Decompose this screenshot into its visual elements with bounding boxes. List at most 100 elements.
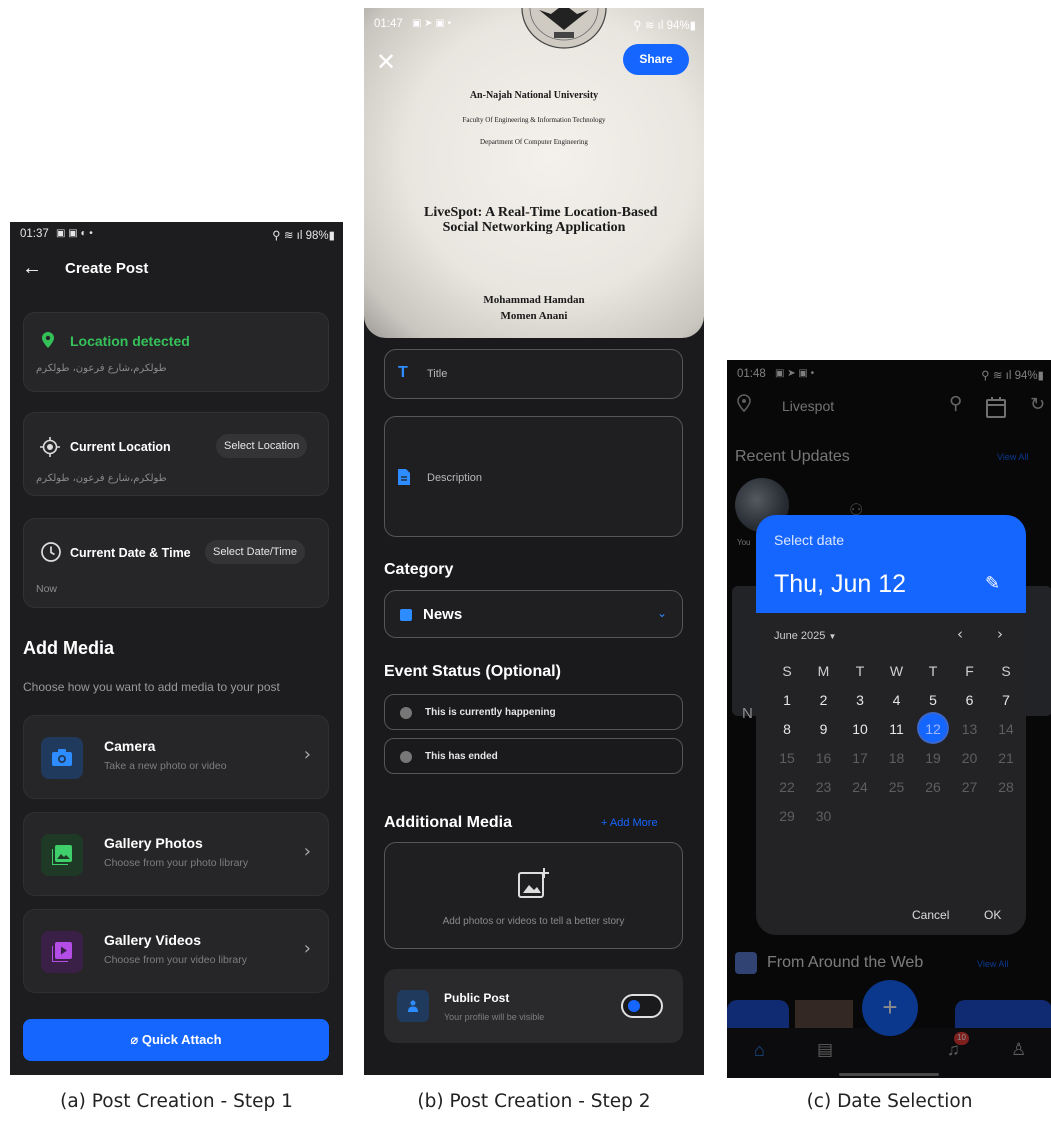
camera-subtitle: Take a new photo or video — [104, 760, 227, 772]
title-placeholder: Title — [427, 368, 448, 380]
select-location-button[interactable]: Select Location — [216, 434, 308, 458]
person-icon — [408, 1000, 418, 1012]
weekday-label: S — [782, 663, 792, 679]
calendar-day: 14 — [998, 721, 1014, 737]
public-post-toggle[interactable] — [621, 994, 663, 1018]
calendar-day: 20 — [961, 750, 978, 766]
gallery-photos-subtitle: Choose from your photo library — [104, 857, 249, 869]
share-button[interactable]: Share — [623, 44, 689, 75]
calendar-day[interactable]: 4 — [880, 692, 914, 708]
calendar-day[interactable]: 8 — [770, 721, 804, 737]
cancel-button[interactable]: Cancel — [912, 908, 949, 922]
calendar-day: 23 — [815, 779, 832, 795]
public-post-title: Public Post — [444, 991, 510, 1005]
calendar-day[interactable]: 3 — [843, 692, 877, 708]
weekday-label: M — [817, 663, 830, 679]
document-icon — [398, 469, 410, 485]
status-option-label: This is currently happening — [425, 707, 556, 718]
event-status-heading: Event Status (Optional) — [384, 663, 561, 680]
calendar-day[interactable]: 1 — [770, 692, 804, 708]
calendar-day: 19 — [925, 750, 941, 766]
caption-c: (c) Date Selection — [806, 1091, 973, 1112]
next-month-icon[interactable]: › — [997, 625, 1003, 643]
status-option-happening[interactable]: This is currently happening — [384, 694, 683, 730]
phone-create-post-step2: 01:47 ▣ ➤ ▣ • ⚲ ≋ ıl 94%▮ ✕ Share An-Naj… — [364, 8, 704, 1075]
calendar-day: 29 — [779, 808, 795, 824]
calendar-day[interactable]: 11 — [880, 721, 914, 737]
camera-option[interactable]: Camera Take a new photo or video › — [23, 715, 329, 799]
ok-button[interactable]: OK — [984, 908, 1001, 922]
calendar-day: 18 — [888, 750, 905, 766]
gallery-photos-option[interactable]: Gallery Photos Choose from your photo li… — [23, 812, 329, 896]
add-media-subtitle: Choose how you want to add media to your… — [23, 680, 280, 694]
description-input[interactable]: Description — [384, 416, 683, 537]
public-post-card: Public Post Your profile will be visible — [384, 969, 683, 1043]
gps-target-icon — [40, 437, 60, 457]
calendar-day[interactable]: 10 — [843, 721, 877, 737]
weekday-label: W — [889, 663, 904, 679]
phone-date-selection: 01:48 ▣ ➤ ▣ • ⚲ ≋ ıl 94%▮ Livespot ⚲ ↻ R… — [727, 360, 1051, 1078]
calendar-day[interactable]: 5 — [916, 692, 950, 708]
videos-icon-tile — [41, 931, 83, 973]
select-date-label: Select date — [774, 532, 845, 548]
current-location-title: Current Location — [70, 440, 171, 454]
phone-create-post-step1: 01:37 ▣ ▣ ◐ • ⚲ ≋ ıl 98%▮ ← Create Post … — [10, 222, 343, 1075]
select-datetime-button[interactable]: Select Date/Time — [205, 540, 305, 564]
quick-attach-button[interactable]: ⌀ Quick Attach — [23, 1019, 329, 1061]
page-title: Create Post — [65, 260, 149, 277]
paperclip-icon: ⌀ — [130, 1032, 142, 1047]
calendar-day: 22 — [779, 779, 795, 795]
clock-icon — [41, 542, 61, 562]
caption-b: (b) Post Creation - Step 2 — [417, 1091, 651, 1112]
category-value: News — [423, 606, 463, 623]
university-seal — [521, 8, 607, 49]
calendar-day[interactable]: 2 — [807, 692, 841, 708]
toggle-knob — [628, 1000, 640, 1012]
doc-faculty: Faculty Of Engineering & Information Tec… — [462, 116, 606, 124]
status-time: 01:47 — [374, 18, 403, 30]
back-arrow-icon[interactable]: ← — [22, 257, 42, 280]
weekday-label: T — [928, 663, 938, 679]
calendar-day[interactable]: 6 — [953, 692, 987, 708]
doc-university: An-Najah National University — [469, 90, 599, 101]
edit-pencil-icon[interactable]: ✎ — [985, 573, 1000, 594]
caption-a: (a) Post Creation - Step 1 — [60, 1091, 293, 1112]
share-label: Share — [639, 52, 673, 66]
status-bar: 01:37 ▣ ▣ ◐ • ⚲ ≋ ıl 98%▮ — [10, 222, 343, 246]
category-select[interactable]: News ⌄ — [384, 590, 683, 638]
date-picker-dialog: Select date Thu, Jun 12 ✎ June 2025 ▼ ‹ … — [756, 515, 1026, 935]
location-pin-icon — [42, 332, 54, 348]
doc-author1: Mohammad Hamdan — [483, 294, 585, 306]
gallery-videos-title: Gallery Videos — [104, 932, 202, 948]
notification-icons: ▣ ➤ ▣ • — [412, 18, 452, 29]
category-heading: Category — [384, 561, 454, 578]
document-photo-preview: 01:47 ▣ ➤ ▣ • ⚲ ≋ ıl 94%▮ ✕ Share An-Naj… — [364, 8, 704, 338]
close-icon[interactable]: ✕ — [376, 48, 396, 76]
notification-icons: ▣ ▣ ◐ • — [56, 228, 93, 239]
calendar-day[interactable]: 9 — [807, 721, 841, 737]
location-detected-title: Location detected — [70, 333, 190, 349]
additional-media-heading: Additional Media — [384, 814, 512, 831]
date-picker-header: Select date Thu, Jun 12 ✎ — [756, 515, 1026, 613]
weekday-label: T — [855, 663, 865, 679]
status-option-ended[interactable]: This has ended — [384, 738, 683, 774]
media-dropzone[interactable]: Add photos or videos to tell a better st… — [384, 842, 683, 949]
title-input[interactable]: T Title — [384, 349, 683, 399]
image-icon — [52, 845, 72, 865]
add-more-link[interactable]: + Add More — [601, 817, 658, 829]
current-location-card: Current Location Select Location طولكرم،… — [23, 412, 329, 496]
description-placeholder: Description — [427, 472, 483, 484]
radio-icon — [400, 751, 412, 763]
weekday-label: S — [1001, 663, 1011, 679]
chevron-right-icon: › — [303, 938, 311, 959]
prev-month-icon[interactable]: ‹ — [957, 625, 963, 643]
calendar-day: 24 — [852, 779, 868, 795]
gallery-videos-option[interactable]: Gallery Videos Choose from your video li… — [23, 909, 329, 993]
status-battery: ⚲ ≋ ıl 98%▮ — [272, 230, 335, 242]
calendar-day: 26 — [925, 779, 941, 795]
location-detected-card: Location detected طولكرم،شارع فرعون، طول… — [23, 312, 329, 392]
calendar-day: 17 — [852, 750, 868, 766]
calendar-day[interactable]: 7 — [989, 692, 1023, 708]
chevron-right-icon: › — [303, 841, 311, 862]
month-year-dropdown[interactable]: June 2025 ▼ — [774, 630, 836, 642]
